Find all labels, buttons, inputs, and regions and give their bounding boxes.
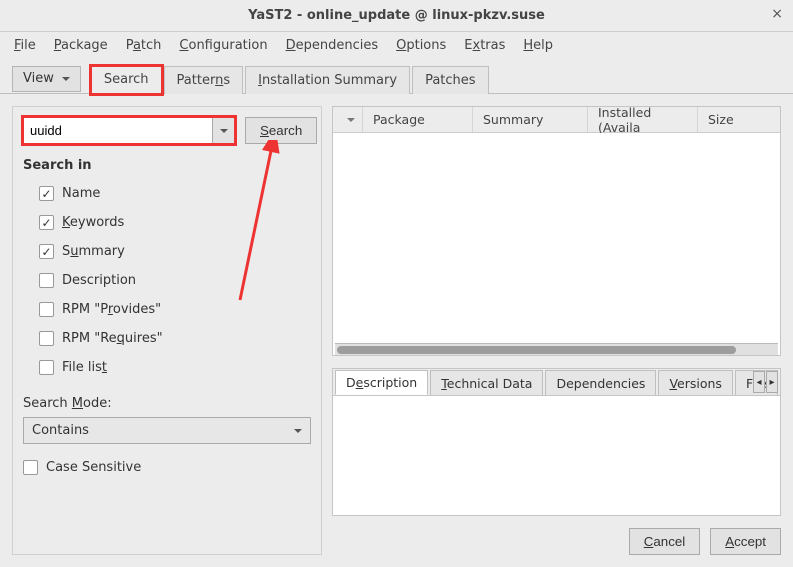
- accept-button[interactable]: Accept: [710, 528, 781, 555]
- tab-patches-label: Patches: [425, 73, 475, 88]
- menu-file[interactable]: File: [14, 38, 36, 53]
- detail-tab-dependencies-label: Dependencies: [556, 376, 645, 391]
- search-mode-select[interactable]: Contains: [23, 417, 311, 444]
- checkbox-case-sensitive-label: Case Sensitive: [46, 460, 141, 475]
- cancel-button-label: Cancel: [644, 534, 686, 549]
- checkbox-rpm-requires-row[interactable]: RPM "Requires": [39, 331, 311, 346]
- tab-installation-summary[interactable]: Installation Summary: [245, 66, 410, 94]
- checkbox-keywords[interactable]: [39, 215, 54, 230]
- tab-patterns-label: Patterns: [177, 73, 231, 88]
- search-mode-value: Contains: [32, 423, 89, 438]
- checkbox-name-row[interactable]: Name: [39, 186, 311, 201]
- checkbox-file-list-row[interactable]: File list: [39, 360, 311, 375]
- checkbox-rpm-requires[interactable]: [39, 331, 54, 346]
- chevron-down-icon: [220, 129, 228, 137]
- search-input[interactable]: [23, 117, 213, 144]
- results-panel: Package Summary Installed (Availa Size D…: [332, 106, 781, 555]
- triangle-down-icon: [347, 118, 355, 126]
- tab-installation-summary-label: Installation Summary: [258, 73, 397, 88]
- search-dropdown-toggle[interactable]: [213, 117, 235, 144]
- main-tabs-row: View Search Patterns Installation Summar…: [0, 60, 793, 94]
- menu-extras[interactable]: Extras: [464, 38, 505, 53]
- checkbox-rpm-provides[interactable]: [39, 302, 54, 317]
- menu-options[interactable]: Options: [396, 38, 446, 53]
- menubar: File Package Patch Configuration Depende…: [0, 32, 793, 60]
- bottom-buttons: Cancel Accept: [332, 528, 781, 555]
- col-package[interactable]: Package: [363, 107, 473, 132]
- checkbox-rpm-provides-row[interactable]: RPM "Provides": [39, 302, 311, 317]
- tab-search-label: Search: [104, 72, 149, 87]
- detail-body[interactable]: [332, 396, 781, 516]
- table-body[interactable]: [333, 133, 780, 343]
- menu-patch[interactable]: Patch: [126, 38, 162, 53]
- col-size[interactable]: Size: [698, 107, 780, 132]
- accept-button-label: Accept: [725, 534, 766, 549]
- checkbox-case-sensitive-row[interactable]: Case Sensitive: [23, 460, 311, 475]
- checkbox-summary[interactable]: [39, 244, 54, 259]
- tab-patterns[interactable]: Patterns: [164, 66, 244, 94]
- detail-tab-next[interactable]: ▸: [766, 371, 778, 393]
- titlebar: YaST2 - online_update @ linux-pkzv.suse …: [0, 0, 793, 32]
- scrollbar-thumb[interactable]: [337, 346, 736, 354]
- checkbox-case-sensitive[interactable]: [23, 460, 38, 475]
- search-in-label: Search in: [23, 158, 311, 173]
- col-sort[interactable]: [333, 107, 363, 132]
- menu-configuration[interactable]: Configuration: [179, 38, 267, 53]
- checkbox-file-list[interactable]: [39, 360, 54, 375]
- view-button-label: View: [23, 71, 54, 86]
- checkbox-name[interactable]: [39, 186, 54, 201]
- search-panel: Search Search in Name Keywords Summary D…: [12, 106, 322, 555]
- detail-tab-versions[interactable]: Versions: [658, 370, 733, 395]
- checkbox-summary-row[interactable]: Summary: [39, 244, 311, 259]
- checkbox-keywords-label: Keywords: [62, 215, 124, 230]
- detail-tab-technical-label: Technical Data: [441, 376, 532, 391]
- close-icon[interactable]: ×: [771, 6, 783, 22]
- detail-tab-versions-label: Versions: [669, 376, 722, 391]
- detail-tab-description-label: Description: [346, 375, 417, 390]
- window-title: YaST2 - online_update @ linux-pkzv.suse: [248, 8, 545, 23]
- menu-package[interactable]: Package: [54, 38, 108, 53]
- package-table: Package Summary Installed (Availa Size: [332, 106, 781, 356]
- checkbox-description[interactable]: [39, 273, 54, 288]
- view-button[interactable]: View: [12, 66, 81, 92]
- checkbox-description-label: Description: [62, 273, 136, 288]
- tab-search[interactable]: Search: [91, 66, 162, 94]
- chevron-down-icon: [294, 429, 302, 437]
- checkbox-description-row[interactable]: Description: [39, 273, 311, 288]
- detail-tab-dependencies[interactable]: Dependencies: [545, 370, 656, 395]
- content-area: Search Search in Name Keywords Summary D…: [0, 94, 793, 567]
- checkbox-name-label: Name: [62, 186, 100, 201]
- search-combo[interactable]: [23, 117, 235, 144]
- table-header: Package Summary Installed (Availa Size: [333, 107, 780, 133]
- tab-patches[interactable]: Patches: [412, 66, 488, 94]
- checkbox-file-list-label: File list: [62, 360, 107, 375]
- horizontal-scrollbar[interactable]: [335, 343, 778, 355]
- menu-help[interactable]: Help: [523, 38, 553, 53]
- detail-tab-technical[interactable]: Technical Data: [430, 370, 543, 395]
- menu-dependencies[interactable]: Dependencies: [286, 38, 379, 53]
- cancel-button[interactable]: Cancel: [629, 528, 701, 555]
- checkbox-rpm-provides-label: RPM "Provides": [62, 302, 161, 317]
- col-summary[interactable]: Summary: [473, 107, 588, 132]
- checkbox-rpm-requires-label: RPM "Requires": [62, 331, 163, 346]
- search-button[interactable]: Search: [245, 117, 317, 144]
- col-installed[interactable]: Installed (Availa: [588, 107, 698, 132]
- detail-tab-description[interactable]: Description: [335, 370, 428, 395]
- search-button-label: Search: [260, 123, 302, 138]
- detail-tab-prev[interactable]: ◂: [753, 371, 765, 393]
- checkbox-summary-label: Summary: [62, 244, 125, 259]
- checkbox-keywords-row[interactable]: Keywords: [39, 215, 311, 230]
- chevron-down-icon: [62, 77, 70, 85]
- detail-tabs: Description Technical Data Dependencies …: [332, 368, 781, 396]
- search-mode-label: Search Mode:: [23, 396, 311, 411]
- detail-tab-nav: ◂ ▸: [753, 371, 778, 393]
